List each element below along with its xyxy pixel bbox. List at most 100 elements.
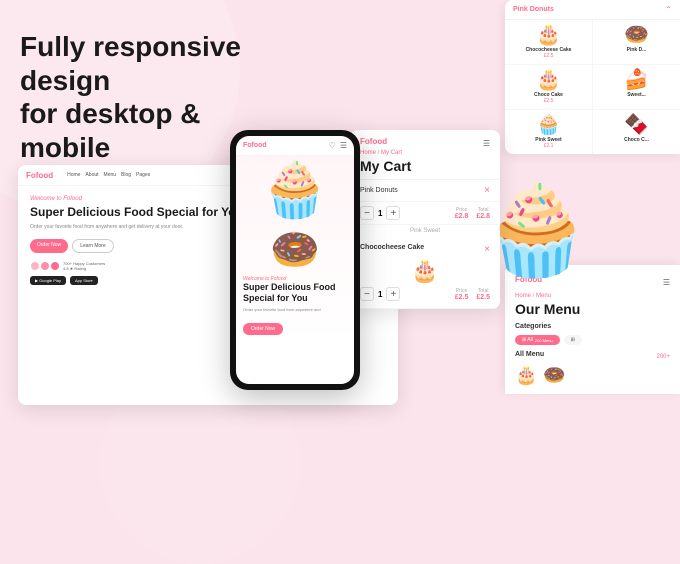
cart-panel: Fofood ☰ Home / My Cart My Cart Pink Don… — [350, 130, 500, 309]
desktop-order-btn[interactable]: Order Now — [30, 239, 68, 253]
pink-donuts-controls: − 1 + Price £2.8 Total £2.8 — [350, 202, 500, 225]
avatar-1 — [30, 261, 40, 271]
pink-sweet-img: 🧁 — [510, 115, 587, 135]
menu-panel-items: 🎂 🍩 — [515, 366, 670, 384]
chococheese-price-val: £2.5 — [455, 294, 469, 301]
avatar-3 — [50, 261, 60, 271]
cart-breadcrumb-current: My Cart — [381, 150, 402, 156]
main-headline: Fully responsive design for desktop & mo… — [20, 30, 260, 164]
food-grid-row-1: 🎂 Chococheese Cake £2.5 🍩 Pink D... — [505, 20, 680, 65]
food-sweet[interactable]: 🍰 Sweet... — [593, 65, 680, 109]
menu-panel-all-count: 200+ — [656, 354, 670, 360]
pink-sweet-separator: Pink Sweet — [350, 225, 500, 237]
food-header-chevron[interactable]: ⌃ — [665, 5, 672, 14]
pink-donuts-price: Price £2.8 Total £2.8 — [455, 207, 490, 220]
pink-donuts-qty: − 1 + — [360, 206, 400, 220]
choco-c-img: 🍫 — [598, 115, 675, 135]
customers-text: 700+ Happy Customers4.8 ★ Rating — [63, 261, 105, 271]
price-col: Price £2.8 — [455, 207, 469, 220]
nav-link-blog[interactable]: Blog — [121, 172, 131, 178]
nav-link-about[interactable]: About — [85, 172, 98, 178]
phone-hero-subtitle: Order your favorite food from anywhere a… — [243, 307, 347, 313]
food-grid: Pink Donuts ⌃ 🎂 Chococheese Cake £2.5 🍩 … — [505, 0, 680, 154]
chococheese-minus[interactable]: − — [360, 287, 374, 301]
cart-breadcrumb-home[interactable]: Home — [360, 150, 376, 156]
choco-c-name: Choco C... — [598, 137, 675, 143]
food-choco-cake[interactable]: 🎂 Choco Cake £2.5 — [505, 65, 593, 109]
desktop-learn-btn[interactable]: Learn More — [72, 239, 114, 253]
chococheese-img: 🎂 — [360, 258, 490, 284]
menu-item-2-img: 🍩 — [543, 366, 565, 384]
pink-donuts-plus[interactable]: + — [386, 206, 400, 220]
desktop-menu-section: Explore Our Delicious Menu 🎂 Cakes 34 Me… — [18, 404, 398, 405]
chococheese-total-val: £2.5 — [476, 294, 490, 301]
pink-donuts-label: Pink Donuts — [360, 187, 398, 194]
pink-sweet-price: £2.1 — [510, 143, 587, 149]
cart-header: Fofood ☰ Home / My Cart My Cart — [350, 130, 500, 180]
choco-cake-price: £2.5 — [510, 98, 587, 104]
food-grid-row-3: 🧁 Pink Sweet £2.1 🍫 Choco C... — [505, 110, 680, 154]
nav-link-menu[interactable]: Menu — [104, 172, 117, 178]
food-chococheese[interactable]: 🎂 Chococheese Cake £2.5 — [505, 20, 593, 64]
total-label: Total — [476, 207, 490, 213]
food-grid-header: Pink Donuts ⌃ — [505, 0, 680, 20]
food-header-title: Pink Donuts — [513, 6, 554, 13]
headline-section: Fully responsive design for desktop & mo… — [20, 30, 260, 184]
menu-item-1-img: 🎂 — [515, 366, 537, 384]
pinkd-grid-name: Pink D... — [598, 47, 675, 53]
phone-mockup: Fofood ♡ ☰ 🧁🍩 Welcome to Fofood Super De… — [230, 130, 360, 390]
food-pink-d[interactable]: 🍩 Pink D... — [593, 20, 680, 64]
avatar-2 — [40, 261, 50, 271]
phone-logo: Fofood — [243, 142, 267, 149]
chococheese-qty-val: 1 — [378, 290, 382, 299]
chococheese-controls: − 1 + Price £2.5 Total £2.5 — [360, 287, 490, 301]
chococheese-price-label: Price — [455, 288, 469, 294]
cart-item-chococheese: Chococheese Cake × 🎂 − 1 + Price £2.5 To… — [350, 237, 500, 309]
menu-panel-all-label: All Menu — [515, 351, 544, 358]
pink-donuts-remove[interactable]: × — [484, 185, 490, 196]
chococheese-total-col: Total £2.5 — [476, 288, 490, 301]
app-store-badge[interactable]: App Store — [70, 276, 98, 285]
pinkd-grid-img: 🍩 — [598, 25, 675, 45]
phone-hero-title: Super Delicious Food Special for You — [243, 282, 347, 304]
menu-panel-hamburger[interactable]: ☰ — [663, 278, 670, 287]
cart-breadcrumb: Home / My Cart — [360, 150, 490, 156]
food-pink-sweet[interactable]: 🧁 Pink Sweet £2.1 — [505, 110, 593, 154]
desktop-logo: Fofood — [26, 171, 53, 180]
chococheese-grid-img: 🎂 — [510, 25, 587, 45]
chococheese-grid-price: £2.5 — [510, 53, 587, 59]
phone-food-emoji: 🧁🍩 — [243, 162, 347, 272]
pink-donuts-price-val: £2.8 — [455, 213, 469, 220]
nav-link-home[interactable]: Home — [67, 172, 80, 178]
google-play-badge[interactable]: ▶ Google Play — [30, 276, 66, 285]
phone-nav: Fofood ♡ ☰ — [236, 136, 354, 156]
sweet-img: 🍰 — [598, 70, 675, 90]
food-grid-row-2: 🎂 Choco Cake £2.5 🍰 Sweet... — [505, 65, 680, 110]
pink-donuts-minus[interactable]: − — [360, 206, 374, 220]
pink-donuts-qty-val: 1 — [378, 209, 382, 218]
chococheese-qty: − 1 + — [360, 287, 400, 301]
phone-order-btn[interactable]: Order Now — [243, 323, 283, 335]
chococheese-plus[interactable]: + — [386, 287, 400, 301]
nav-link-pages[interactable]: Pages — [136, 172, 150, 178]
menu-panel-item-1[interactable]: 🎂 — [515, 366, 537, 384]
chococheese-price-col: Price £2.5 — [455, 288, 469, 301]
pink-donuts-total-val: £2.8 — [476, 213, 490, 220]
phone-nav-icons: ♡ ☰ — [329, 141, 347, 150]
chococheese-remove[interactable]: × — [484, 244, 490, 255]
cart-logo: Fofood — [360, 137, 387, 146]
chococheese-total-label: Total — [476, 288, 490, 294]
cart-menu-icon[interactable]: ☰ — [483, 139, 490, 148]
chococheese-price: Price £2.5 Total £2.5 — [455, 288, 490, 301]
cart-item-pink-donuts: Pink Donuts × — [350, 180, 500, 202]
choco-cake-img: 🎂 — [510, 70, 587, 90]
phone-menu-icon[interactable]: ☰ — [340, 141, 347, 150]
phone-hero: 🧁🍩 Welcome to Fofood Super Delicious Foo… — [236, 156, 354, 341]
total-col: Total £2.8 — [476, 207, 490, 220]
food-choco-c[interactable]: 🍫 Choco C... — [593, 110, 680, 154]
price-label: Price — [455, 207, 469, 213]
menu-panel-item-2[interactable]: 🍩 — [543, 366, 565, 384]
chococheese-name: Chococheese Cake — [360, 244, 424, 251]
phone-heart-icon[interactable]: ♡ — [329, 141, 336, 150]
phone-screen: Fofood ♡ ☰ 🧁🍩 Welcome to Fofood Super De… — [236, 136, 354, 384]
